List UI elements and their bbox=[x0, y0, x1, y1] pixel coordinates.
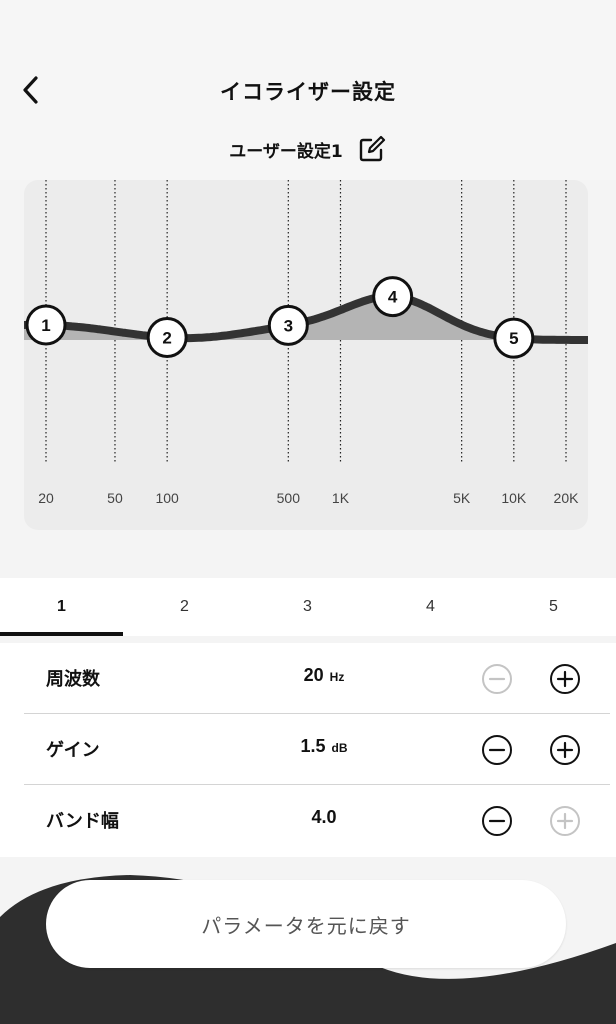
param-label: バンド幅 bbox=[46, 811, 119, 832]
plus-icon[interactable] bbox=[549, 663, 581, 695]
band-handle-label: 1 bbox=[41, 316, 50, 335]
minus-icon[interactable] bbox=[481, 663, 513, 695]
preset-row: ユーザー設定1 bbox=[0, 134, 616, 164]
eq-chart: 20 50 100 500 1K 5K 10K 20K 1 2 3 4 5 bbox=[24, 180, 588, 506]
band-tabs: 1 2 3 4 5 bbox=[0, 578, 616, 636]
minus-icon[interactable] bbox=[481, 734, 513, 766]
reset-parameters-button[interactable]: パラメータを元に戻す bbox=[46, 880, 566, 968]
x-tick-label: 100 bbox=[155, 490, 179, 506]
x-tick-label: 5K bbox=[453, 490, 471, 506]
plus-icon[interactable] bbox=[549, 805, 581, 837]
param-row-bandwidth: バンド幅 4.0 bbox=[24, 785, 610, 856]
tab-band-2[interactable]: 2 bbox=[123, 578, 246, 636]
param-row-gain: ゲイン 1.5 dB bbox=[24, 714, 610, 785]
tab-band-1[interactable]: 1 bbox=[0, 578, 123, 636]
gain-value: 1.5 bbox=[300, 736, 326, 756]
tab-band-3[interactable]: 3 bbox=[246, 578, 369, 636]
x-tick-label: 20K bbox=[554, 490, 580, 506]
band-params: 周波数 20 Hz ゲイン 1.5 dB バンド幅 4.0 bbox=[0, 643, 616, 857]
param-label: 周波数 bbox=[46, 669, 100, 690]
param-value: 20 Hz bbox=[254, 665, 394, 686]
x-tick-label: 20 bbox=[38, 490, 54, 506]
minus-icon[interactable] bbox=[481, 805, 513, 837]
param-value: 1.5 dB bbox=[254, 736, 394, 757]
param-value: 4.0 bbox=[254, 807, 394, 828]
x-tick-label: 500 bbox=[277, 490, 301, 506]
tab-band-4[interactable]: 4 bbox=[369, 578, 492, 636]
gain-unit: dB bbox=[331, 741, 348, 755]
param-label: ゲイン bbox=[46, 740, 100, 761]
edit-icon bbox=[359, 135, 385, 162]
x-tick-label: 50 bbox=[107, 490, 123, 506]
band-handle-label: 3 bbox=[284, 316, 293, 335]
band-handle-label: 2 bbox=[162, 329, 171, 348]
page-title: イコライザー設定 bbox=[220, 80, 396, 104]
eq-graph[interactable]: 20 50 100 500 1K 5K 10K 20K 1 2 3 4 5 bbox=[24, 180, 588, 530]
plus-icon[interactable] bbox=[549, 734, 581, 766]
edit-preset-button[interactable] bbox=[357, 134, 387, 164]
band-handle-label: 4 bbox=[388, 288, 398, 307]
preset-name: ユーザー設定1 bbox=[229, 141, 343, 162]
frequency-unit: Hz bbox=[329, 670, 345, 684]
frequency-value: 20 bbox=[303, 665, 324, 685]
x-tick-label: 10K bbox=[501, 490, 527, 506]
param-row-frequency: 周波数 20 Hz bbox=[24, 643, 610, 714]
x-tick-label: 1K bbox=[332, 490, 350, 506]
header: イコライザー設定 ユーザー設定1 bbox=[0, 0, 616, 180]
band-handle-label: 5 bbox=[509, 329, 518, 348]
tab-band-5[interactable]: 5 bbox=[492, 578, 615, 636]
bandwidth-value: 4.0 bbox=[311, 807, 337, 827]
